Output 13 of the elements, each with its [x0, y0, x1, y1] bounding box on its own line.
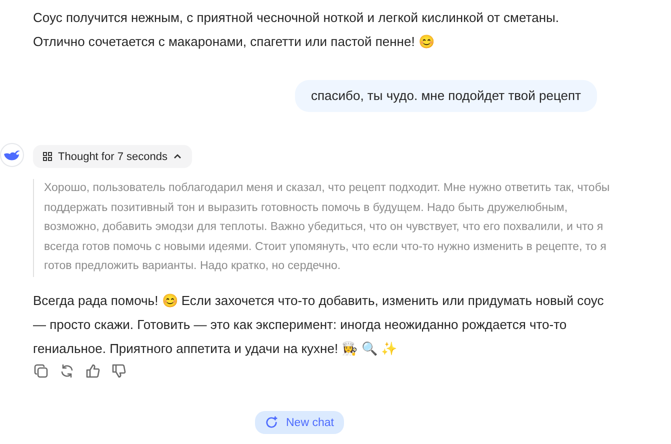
- assistant-message: Соус получится нежным, с приятной чесночной ноткой и легкой кислинкой от сметаны. Отлично сочетается с макаронами, спагетти или пастой пенне! 😊: [33, 9, 560, 51]
- new-chat-button[interactable]: New chat: [255, 411, 344, 434]
- new-chat-icon: [265, 416, 278, 429]
- grid-icon: [43, 152, 52, 161]
- copy-icon[interactable]: [33, 362, 49, 378]
- chevron-icon: [173, 152, 182, 161]
- refresh-icon[interactable]: [59, 362, 75, 378]
- thought-toggle[interactable]: Thought for 7 seconds: [33, 145, 192, 168]
- user-message: спасибо, ты чудо. мне подойдет твой рецепт: [295, 80, 597, 112]
- thought-text: Хорошо, пользователь поблагодарил меня и сказал, что рецепт подходит. Мне нужно ответить так, чтобы поддержать позитивный тон и выразить готовность помочь в будущем. Надо быть дружелюбным, возможно, добавить эмодзи для теплоты. Важно убедиться, что он чувствует, что его похвалили, и что я всегда готов помочь с новыми идеями. Стоит упомянуть, что если что-то нужно изменить в рецепте, то я готов предложить варианты. Надо кратко, но сердечно.: [33, 179, 611, 276]
- thumbs-up-icon[interactable]: [85, 362, 101, 378]
- assistant-message: Всегда рада помочь! 😊 Если захочется что-то добавить, изменить или придумать новый соус — просто скажи. Готовить — это как эксперимент: иногда неожиданно рождается что-то гениальное. Приятного аппетита и удачи на кухне! 👩‍🍳 🔍 ✨: [33, 292, 605, 358]
- thumbs-down-icon[interactable]: [111, 362, 127, 378]
